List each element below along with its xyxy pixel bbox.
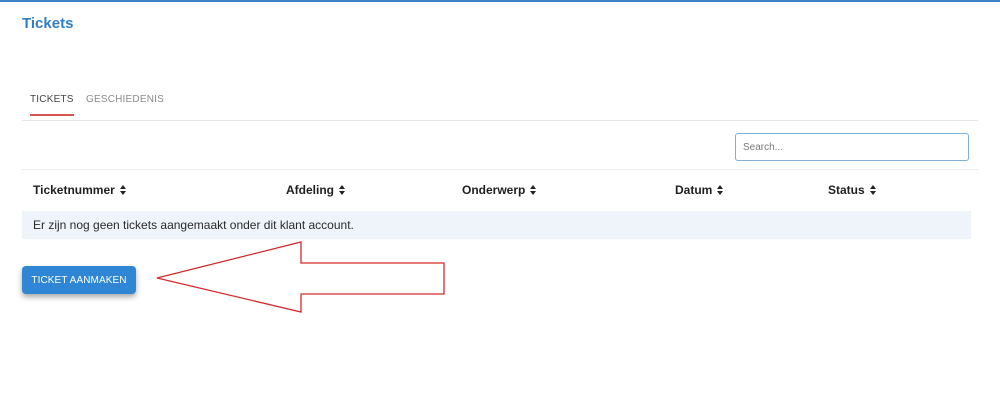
tab-bar: TICKETS GESCHIEDENIS (22, 88, 978, 121)
top-accent-line (0, 0, 1000, 2)
column-header-status[interactable]: Status (828, 183, 877, 197)
column-header-ticketnummer[interactable]: Ticketnummer (33, 183, 127, 197)
column-header-datum[interactable]: Datum (675, 183, 724, 197)
page-title: Tickets (22, 15, 74, 32)
empty-table-message: Er zijn nog geen tickets aangemaakt onde… (33, 218, 354, 232)
tab-geschiedenis[interactable]: GESCHIEDENIS (86, 94, 164, 114)
column-header-label: Onderwerp (462, 183, 526, 197)
sort-icon (119, 184, 127, 195)
annotation-arrow-icon (156, 241, 445, 313)
sort-icon (869, 184, 877, 195)
search-input[interactable] (735, 133, 969, 161)
column-header-label: Status (828, 183, 865, 197)
column-header-afdeling[interactable]: Afdeling (286, 183, 346, 197)
column-header-label: Afdeling (286, 183, 334, 197)
sort-icon (530, 184, 537, 195)
table-header: Ticketnummer Afdeling Onderwerp Datum St… (22, 170, 972, 210)
column-header-onderwerp[interactable]: Onderwerp (462, 183, 537, 197)
column-header-label: Datum (675, 183, 713, 197)
sort-icon (717, 184, 724, 195)
sort-icon (339, 184, 346, 195)
tab-tickets[interactable]: TICKETS (30, 94, 74, 116)
create-ticket-button[interactable]: TICKET AANMAKEN (22, 266, 136, 294)
column-header-label: Ticketnummer (33, 183, 115, 197)
table-empty-row: Er zijn nog geen tickets aangemaakt onde… (22, 211, 971, 239)
